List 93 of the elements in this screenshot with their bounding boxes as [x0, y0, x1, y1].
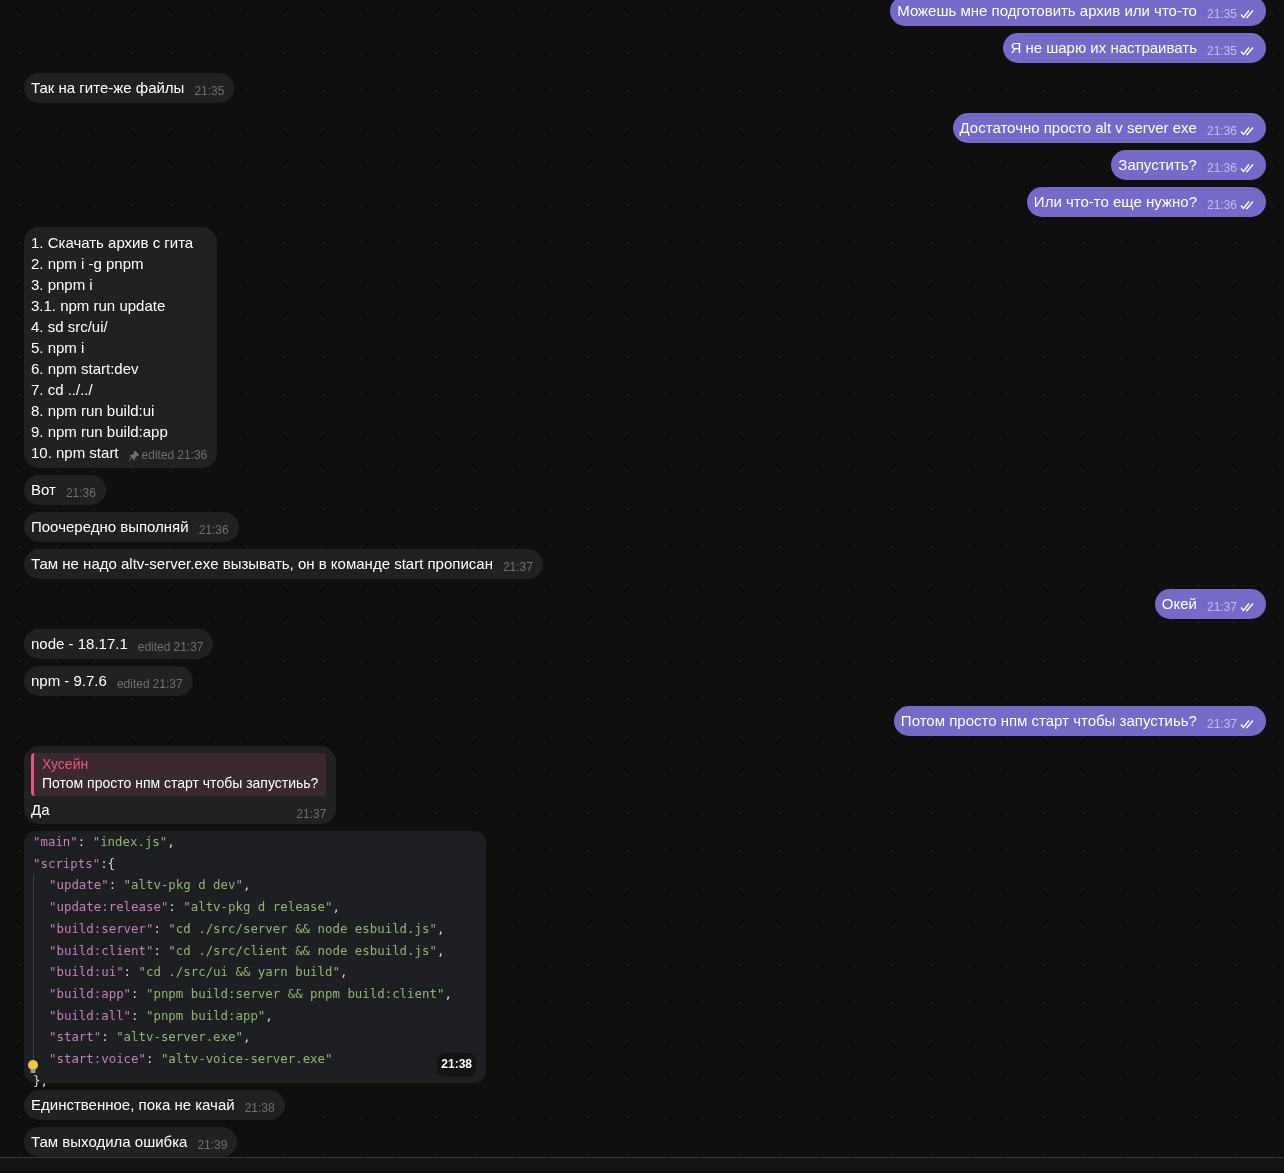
- message-time: 21:36: [177, 447, 208, 464]
- message-time: 21:35: [1206, 6, 1237, 23]
- code-token: ,: [436, 941, 445, 960]
- code-token: "pnpm build:server && pnpm build:client": [145, 984, 445, 1003]
- message-text: Единственное, пока не качай: [31, 1095, 235, 1115]
- code-token: ,: [242, 876, 251, 895]
- code-token: :: [146, 1050, 154, 1069]
- message-time: 21:37: [296, 806, 327, 823]
- message-time: 21:35: [194, 83, 225, 100]
- message-time: 21:37: [1206, 599, 1237, 616]
- code-token: "build:app": [49, 984, 132, 1003]
- code-token: "scripts": [33, 854, 101, 873]
- message-text: Можешь мне подготовить архив или что-то: [897, 1, 1197, 21]
- message-time: 21:39: [197, 1137, 228, 1154]
- code-token: "altv-pkg d dev": [123, 876, 243, 895]
- code-token: "update": [49, 876, 109, 895]
- message-line: 3.1. npm run update: [31, 296, 167, 316]
- message-time: 21:38: [437, 1053, 476, 1077]
- code-token: "altv-voice-server.exe": [160, 1050, 333, 1069]
- code-token: },: [33, 1071, 48, 1090]
- message-time: 21:36: [1206, 197, 1237, 214]
- message-time: 21:36: [198, 522, 229, 539]
- message-time: 21:38: [244, 1100, 275, 1117]
- message-time: 21:37: [502, 559, 533, 576]
- message-text: Там не надо altv-server.exe вызывать, он в команде start прописан: [31, 554, 493, 574]
- code-token: "cd ./src/ui && yarn build": [138, 963, 340, 982]
- code-token: :: [153, 941, 161, 960]
- code-token: {: [107, 854, 116, 873]
- message-text: Там выходила ошибка: [31, 1132, 188, 1152]
- message-text: Вот: [31, 480, 56, 500]
- code-token: "update:release": [49, 898, 169, 917]
- code-token: "build:ui": [49, 963, 124, 982]
- message-text: Или что-то еще нужно?: [1033, 192, 1197, 212]
- message-time: 21:37: [1206, 716, 1237, 733]
- message-time: 21:37: [173, 639, 204, 656]
- code-token: ,: [436, 919, 445, 938]
- code-token: "build:server": [49, 919, 154, 938]
- message-time: 21:36: [1206, 123, 1237, 140]
- message-time: 21:36: [1206, 160, 1237, 177]
- code-token: ,: [242, 1028, 251, 1047]
- message-text: node - 18.17.1: [31, 634, 128, 654]
- code-token: "altv-server.exe": [116, 1028, 243, 1047]
- message-text: npm - 9.7.6: [31, 671, 107, 691]
- edited-label: edited: [116, 676, 150, 693]
- code-token: "start": [49, 1028, 102, 1047]
- message-text: Достаточно просто alt v server exe: [959, 118, 1197, 138]
- message-text: Запустить?: [1118, 155, 1197, 175]
- message-line: 7. cd ../../: [31, 380, 94, 400]
- code-token: :: [108, 876, 117, 895]
- code-token: ,: [339, 963, 348, 982]
- message-time: 21:37: [152, 676, 183, 693]
- code-token: :: [153, 919, 161, 938]
- code-token: "build:all": [49, 1006, 132, 1025]
- code-token: ,: [265, 1006, 273, 1025]
- message-line: 4. sd src/ui/: [31, 317, 109, 337]
- code-token: ,: [332, 898, 340, 917]
- code-token: :: [168, 898, 176, 917]
- message-line: 1. Скачать архив с гита: [31, 233, 195, 253]
- code-token: ,: [444, 984, 452, 1003]
- message-text: Я не шарю их настраивать: [1010, 38, 1197, 58]
- code-token: :: [77, 833, 86, 851]
- code-token: "cd ./src/client && node esbuild.js": [168, 941, 437, 960]
- message-line: 3. pnpm i: [31, 275, 94, 295]
- message-text: Окей: [1161, 594, 1197, 614]
- message-line: 9. npm run build:app: [31, 422, 169, 442]
- message-line: 5. npm i: [31, 338, 86, 358]
- message-text: Да: [31, 801, 50, 818]
- code-token: "build:client": [49, 941, 154, 960]
- code-token: :: [100, 854, 108, 873]
- code-token: "cd ./src/server && node esbuild.js": [168, 919, 437, 938]
- edited-label: edited: [141, 447, 175, 464]
- reply-author: Хусейн: [42, 755, 90, 774]
- code-token: "index.js": [92, 833, 168, 851]
- message-text: Поочередно выполняй: [31, 517, 189, 537]
- code-token: "pnpm build:app": [145, 1006, 266, 1025]
- code-token: "main": [33, 833, 78, 851]
- code-token: :: [101, 1028, 109, 1047]
- message-line: 6. npm start:dev: [31, 359, 140, 379]
- code-token: "start:voice": [49, 1050, 146, 1069]
- message-time: 21:36: [65, 485, 96, 502]
- edited-label: edited: [137, 639, 171, 656]
- code-token: :: [131, 984, 139, 1003]
- reply-text: Потом просто нпм старт чтобы запустиьь?: [42, 774, 319, 793]
- code-token: ,: [167, 833, 175, 851]
- message-line: 8. npm run build:ui: [31, 401, 156, 421]
- message-text: Потом просто нпм старт чтобы запустиьь?: [900, 711, 1197, 731]
- message-line: 2. npm i -g pnpm: [31, 254, 145, 274]
- message-line: 10. npm start: [31, 443, 119, 463]
- code-token: "altv-pkg d release": [183, 898, 333, 917]
- code-token: :: [131, 1006, 139, 1025]
- message-text: Так на гите-же файлы: [31, 78, 185, 98]
- code-token: :: [123, 963, 132, 982]
- message-time: 21:35: [1206, 43, 1237, 60]
